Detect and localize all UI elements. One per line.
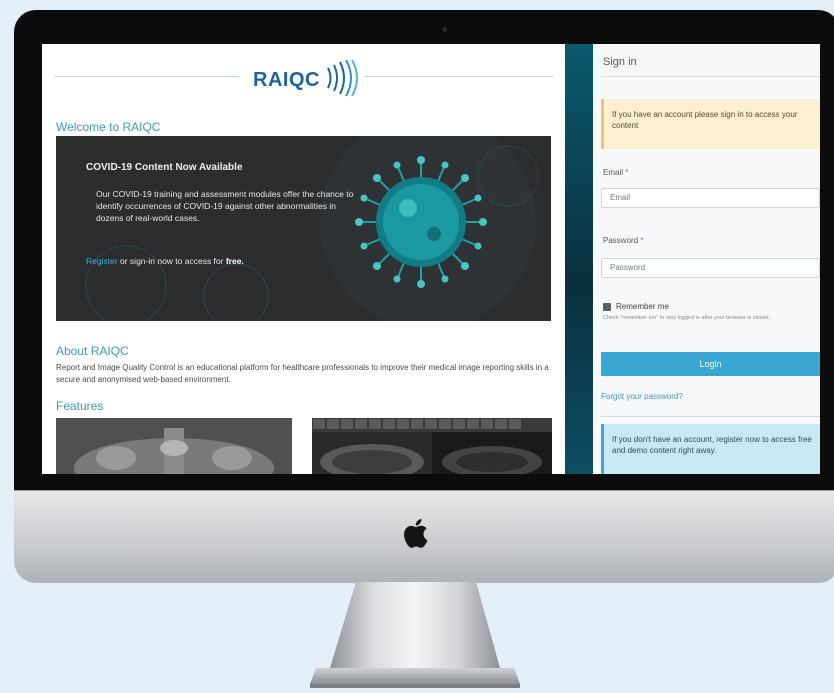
toolbar-button[interactable] (397, 419, 409, 429)
sidebar-rule-2 (601, 416, 820, 417)
toolbar-button[interactable] (453, 419, 465, 429)
toolbar-button[interactable] (481, 419, 493, 429)
apple-logo-icon (402, 518, 428, 548)
camera-dot (442, 27, 447, 32)
feature-image-xray[interactable] (56, 418, 292, 474)
covid-banner-cta: Register or sign-in now to access for fr… (86, 256, 244, 266)
sign-in-sidebar: Sign in If you have an account please si… (593, 44, 820, 474)
email-field[interactable]: Email (601, 188, 820, 208)
about-body: Report and Image Quality Control is an e… (56, 363, 549, 384)
toolbar-button[interactable] (425, 419, 437, 429)
covid-banner-title: COVID-19 Content Now Available (86, 162, 243, 173)
sound-wave-arcs-icon (327, 60, 358, 96)
login-button[interactable]: Login (601, 352, 820, 376)
browser-screen: RAIQC Welcome to RAIQC COVID-19 Content … (42, 44, 820, 474)
register-info-alert: If you don't have an account, register n… (601, 424, 820, 474)
welcome-heading: Welcome to RAIQC (56, 120, 161, 134)
header-rule-left (54, 76, 239, 77)
toolbar-button[interactable] (411, 419, 423, 429)
main-content: RAIQC Welcome to RAIQC COVID-19 Content … (42, 44, 562, 474)
remember-me[interactable]: Remember me (603, 302, 669, 311)
toolbar-button[interactable] (341, 419, 353, 429)
cta-text: or sign-in now to access for (117, 256, 226, 266)
toolbar-button[interactable] (355, 419, 367, 429)
toolbar-button[interactable] (383, 419, 395, 429)
register-link[interactable]: Register (86, 256, 118, 266)
covid-banner: COVID-19 Content Now Available Our COVID… (56, 136, 551, 321)
toolbar-button[interactable] (467, 419, 479, 429)
toolbar-button[interactable] (495, 419, 507, 429)
remember-label: Remember me (616, 302, 669, 311)
sign-in-rule (601, 76, 820, 77)
toolbar-button[interactable] (509, 419, 521, 429)
email-label: Email * (603, 168, 629, 177)
toolbar-button[interactable] (369, 419, 381, 429)
forgot-password-link[interactable]: Forgot your password? (601, 392, 683, 401)
cta-free: free. (225, 256, 244, 266)
about-heading: About RAIQC (56, 344, 129, 358)
feature-image-viewer[interactable] (312, 418, 552, 474)
features-heading: Features (56, 399, 104, 413)
sign-in-title: Sign in (603, 56, 637, 68)
site-header: RAIQC (54, 56, 554, 96)
xray-image (56, 418, 292, 474)
sign-in-warning-alert: If you have an account please sign in to… (601, 99, 820, 149)
toolbar-button[interactable] (439, 419, 451, 429)
sidebar-divider (565, 44, 593, 474)
ct-scan-image (312, 432, 552, 474)
remember-help-text: Check "remember me" to stay logged in af… (603, 315, 771, 321)
remember-checkbox[interactable] (603, 302, 611, 311)
toolbar-button[interactable] (327, 419, 339, 429)
toolbar-button[interactable] (313, 419, 325, 429)
covid-banner-body: Our COVID-19 training and assessment mod… (96, 189, 354, 223)
site-logo[interactable]: RAIQC (253, 69, 320, 92)
password-label: Password * (603, 236, 644, 245)
password-field[interactable]: Password (601, 258, 820, 278)
viewer-toolbar (312, 418, 552, 432)
header-rule-right (364, 76, 554, 77)
